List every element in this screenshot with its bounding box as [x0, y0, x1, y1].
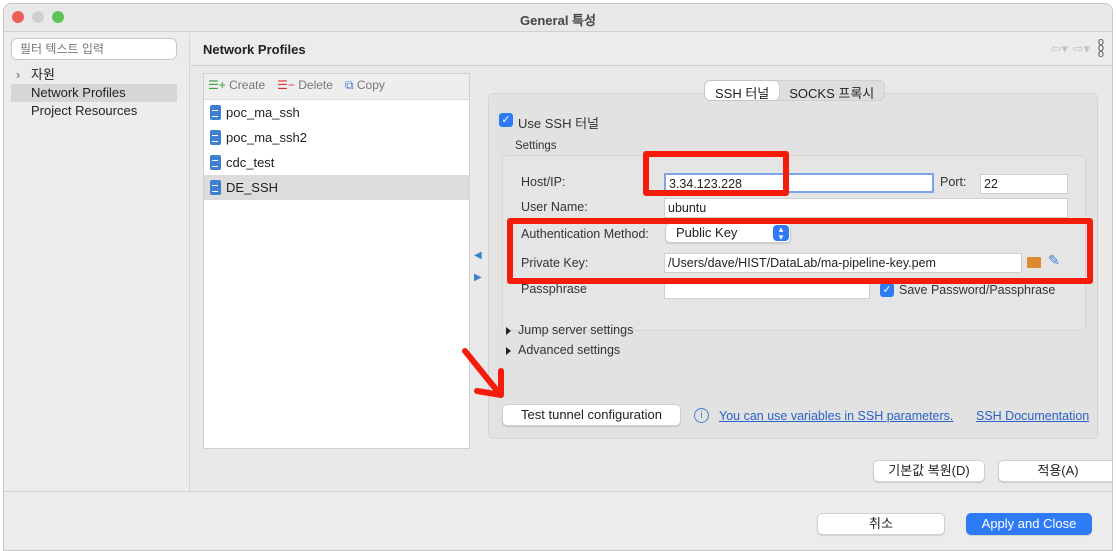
- remove-icon: ☰−: [277, 78, 295, 92]
- sidebar-item-label: Network Profiles: [31, 85, 126, 100]
- tab-ssh-tunnel[interactable]: SSH 터널: [705, 81, 780, 101]
- advanced-settings-toggle[interactable]: Advanced settings: [518, 343, 620, 357]
- filter-input[interactable]: [11, 38, 177, 60]
- copy-button[interactable]: ⧉ Copy: [345, 78, 385, 95]
- ssh-documentation-link[interactable]: SSH Documentation: [976, 409, 1089, 423]
- document-icon: [210, 130, 221, 145]
- profile-name: poc_ma_ssh: [226, 105, 300, 120]
- splitter-handle[interactable]: ◀ ▶: [474, 245, 482, 289]
- profile-name: cdc_test: [226, 155, 275, 170]
- sidebar-item-project-resources[interactable]: Project Resources: [11, 102, 177, 120]
- list-item[interactable]: poc_ma_ssh2: [204, 125, 469, 150]
- window-title: General 특성: [520, 13, 596, 28]
- port-label: Port:: [940, 175, 967, 189]
- main-header: Network Profiles ⇦▾ ⇨▾ ooo: [191, 33, 1112, 66]
- copy-label: Copy: [356, 78, 385, 92]
- chevron-right-icon[interactable]: ›: [16, 66, 20, 84]
- cancel-button[interactable]: 취소: [817, 513, 945, 535]
- back-icon[interactable]: ⇦▾: [1051, 41, 1068, 57]
- title-bar: General 특성: [4, 4, 1112, 32]
- variables-link[interactable]: You can use variables in SSH parameters.: [719, 409, 953, 423]
- list-item[interactable]: DE_SSH: [204, 175, 469, 200]
- apply-and-close-button[interactable]: Apply and Close: [966, 513, 1092, 535]
- profile-toolbar: ☰+ Create ☰− Delete ⧉ Copy: [204, 74, 469, 100]
- document-icon: [210, 155, 221, 170]
- test-tunnel-button[interactable]: Test tunnel configuration: [502, 404, 681, 426]
- annotation-highlight-host: [643, 151, 789, 196]
- passphrase-label: Passphrase: [521, 282, 588, 296]
- user-input[interactable]: ubuntu: [664, 198, 1068, 218]
- copy-icon: ⧉: [344, 78, 354, 92]
- tab-socks-proxy[interactable]: SOCKS 프록시: [779, 81, 884, 101]
- document-icon: [210, 105, 221, 120]
- jump-server-toggle[interactable]: Jump server settings: [518, 323, 633, 337]
- restore-defaults-button[interactable]: 기본값 복원(D): [873, 460, 985, 482]
- delete-label: Delete: [298, 78, 333, 92]
- delete-button[interactable]: ☰− Delete: [277, 78, 333, 95]
- sidebar-item-network-profiles[interactable]: Network Profiles: [11, 84, 177, 102]
- annotation-highlight-auth: [507, 218, 1093, 284]
- document-icon: [210, 180, 221, 195]
- port-input[interactable]: 22: [980, 174, 1068, 194]
- list-item[interactable]: poc_ma_ssh: [204, 100, 469, 125]
- tab-bar: SSH 터널 SOCKS 프록시: [704, 80, 886, 101]
- apply-button[interactable]: 적용(A): [998, 460, 1112, 482]
- create-button[interactable]: ☰+ Create: [208, 78, 265, 95]
- more-menu-icon[interactable]: ooo: [1098, 37, 1104, 60]
- dialog-footer: 취소 Apply and Close: [4, 491, 1112, 550]
- sidebar-item-resources[interactable]: › 자원: [11, 66, 177, 84]
- add-icon: ☰+: [208, 78, 226, 92]
- expand-triangle-icon[interactable]: [506, 327, 511, 335]
- use-ssh-label: Use SSH 터널: [518, 116, 599, 131]
- sidebar-item-label: Project Resources: [31, 103, 138, 118]
- settings-label: Settings: [515, 140, 557, 152]
- preferences-window: General 특성 › 자원 Network Profiles Project …: [3, 3, 1113, 551]
- main-panel: Network Profiles ⇦▾ ⇨▾ ooo ☰+ Create ☰− …: [191, 33, 1112, 491]
- sidebar: › 자원 Network Profiles Project Resources: [4, 33, 190, 491]
- use-ssh-checkbox[interactable]: ✓: [499, 113, 513, 127]
- forward-icon[interactable]: ⇨▾: [1073, 41, 1090, 57]
- page-title: Network Profiles: [203, 42, 306, 57]
- create-label: Create: [229, 78, 266, 92]
- sidebar-item-label: 자원: [31, 67, 55, 82]
- save-password-label: Save Password/Passphrase: [899, 283, 1056, 297]
- host-label: Host/IP:: [521, 175, 566, 189]
- save-password-checkbox[interactable]: ✓: [880, 283, 894, 297]
- info-icon: i: [694, 408, 709, 423]
- profile-name: DE_SSH: [226, 180, 279, 195]
- profile-list: ☰+ Create ☰− Delete ⧉ Copy poc_ma_ssh po…: [203, 73, 470, 449]
- annotation-arrow-icon: [462, 348, 504, 398]
- list-item[interactable]: cdc_test: [204, 150, 469, 175]
- profile-name: poc_ma_ssh2: [226, 130, 307, 145]
- user-label: User Name:: [521, 200, 588, 214]
